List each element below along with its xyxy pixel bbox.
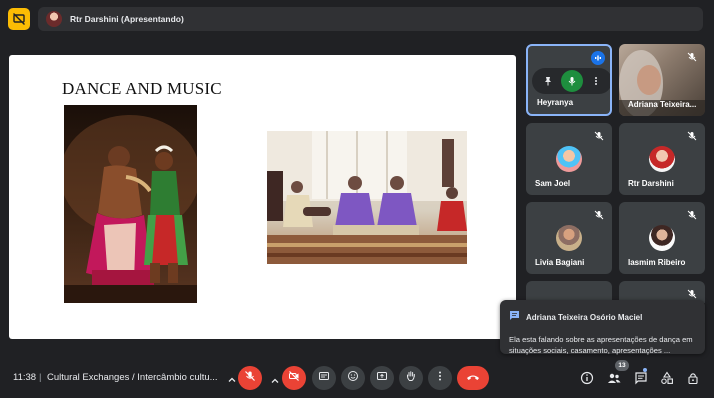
participant-tile-adriana[interactable]: Adriana Teixeira...	[619, 44, 705, 116]
shared-slide: DANCE AND MUSIC	[9, 55, 516, 339]
mic-off-icon	[685, 287, 699, 301]
meeting-title: Cultural Exchanges / Intercâmbio cultu..…	[47, 372, 218, 383]
reactions-button[interactable]	[341, 366, 365, 390]
chat-sender: Adriana Teixeira Osório Maciel	[526, 312, 643, 322]
slide-title: DANCE AND MUSIC	[62, 79, 222, 98]
tile-hover-controls	[532, 68, 610, 94]
participant-name: Adriana Teixeira...	[628, 100, 697, 109]
more-vert-icon[interactable]	[586, 71, 606, 91]
avatar	[556, 146, 582, 172]
info-icon[interactable]	[578, 369, 596, 387]
participant-tile-sam-joel[interactable]: Sam Joel	[526, 123, 612, 195]
participant-tile-livia[interactable]: Livia Bagiani	[526, 202, 612, 274]
avatar	[649, 225, 675, 251]
participant-name: Sam Joel	[535, 179, 571, 188]
participant-tile-iasmim[interactable]: Iasmim Ribeiro	[619, 202, 705, 274]
mic-off-icon	[685, 50, 699, 64]
divider: |	[39, 372, 42, 383]
chat-icon[interactable]	[632, 369, 650, 387]
presenter-bar[interactable]: Rtr Darshini (Apresentando)	[38, 7, 703, 31]
host-controls-icon[interactable]	[684, 369, 702, 387]
people-icon[interactable]	[605, 369, 623, 387]
chat-unread-dot	[643, 368, 647, 372]
raise-hand-icon	[405, 369, 417, 387]
avatar	[649, 146, 675, 172]
mic-off-icon	[592, 129, 606, 143]
chat-message: Ela esta falando sobre as apresentações …	[509, 335, 693, 355]
dance-photo	[64, 105, 197, 303]
raise-hand-button[interactable]	[399, 366, 423, 390]
leave-call-button[interactable]	[457, 366, 489, 390]
meeting-clock: 11:38	[13, 372, 37, 383]
mic-icon[interactable]	[560, 70, 583, 92]
participant-name: Livia Bagiani	[535, 258, 585, 267]
mic-off-icon	[592, 208, 606, 222]
emoji-icon	[347, 369, 359, 387]
videocam-off-icon	[288, 369, 300, 387]
mic-off-icon	[685, 129, 699, 143]
participant-name: Iasmim Ribeiro	[628, 258, 686, 267]
presenter-name: Rtr Darshini (Apresentando)	[70, 14, 184, 24]
chevron-up-icon[interactable]	[227, 372, 237, 390]
participant-tile-rtr-darshini[interactable]: Rtr Darshini	[619, 123, 705, 195]
avatar	[46, 11, 62, 27]
present-button[interactable]	[370, 366, 394, 390]
participant-name: Heyranya	[537, 98, 574, 107]
chat-bubble-icon	[509, 308, 520, 326]
present-icon	[376, 369, 388, 387]
more-vert-icon	[434, 369, 446, 387]
captions-button[interactable]	[312, 366, 336, 390]
presentation-off-icon[interactable]	[8, 8, 30, 30]
mic-off-icon	[685, 208, 699, 222]
more-options-button[interactable]	[428, 366, 452, 390]
call-end-icon	[466, 369, 480, 387]
participant-tile-heyranya[interactable]: Heyranya	[526, 44, 612, 116]
chevron-up-icon[interactable]	[270, 373, 280, 391]
camera-toggle-button[interactable]	[282, 366, 306, 390]
activities-icon[interactable]	[658, 369, 676, 387]
mic-off-icon	[244, 369, 256, 387]
chat-notification[interactable]: Adriana Teixeira Osório Maciel Ela esta …	[500, 300, 705, 355]
pin-icon[interactable]	[538, 71, 558, 91]
mic-toggle-button[interactable]	[238, 366, 262, 390]
participant-name: Rtr Darshini	[628, 179, 674, 188]
captions-icon	[318, 369, 330, 387]
audio-level-icon	[591, 51, 605, 65]
avatar	[556, 225, 582, 251]
music-photo	[267, 131, 467, 264]
